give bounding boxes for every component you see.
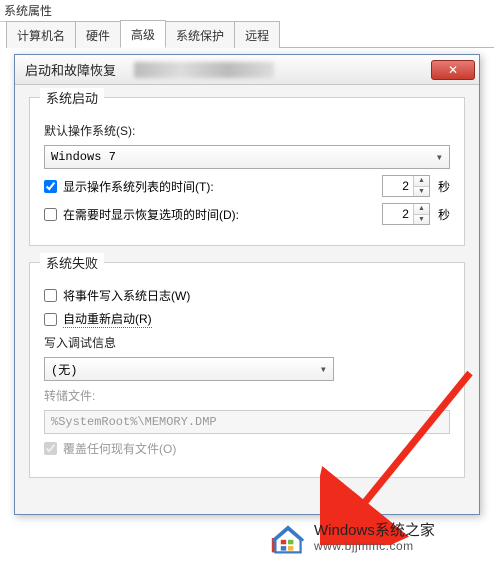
debug-info-label: 写入调试信息 (44, 334, 116, 351)
watermark-line1: Windows系统之家 (314, 522, 435, 539)
default-os-value: Windows 7 (51, 150, 116, 164)
startup-recovery-dialog: 启动和故障恢复 ✕ 系统启动 默认操作系统(S): Windows 7 显示操作… (14, 54, 480, 515)
debug-info-value: (无) (51, 361, 77, 378)
default-os-select[interactable]: Windows 7 (44, 145, 450, 169)
overwrite-label: 覆盖任何现有文件(O) (63, 440, 176, 457)
dialog-body: 系统启动 默认操作系统(S): Windows 7 显示操作系统列表的时间(T)… (15, 85, 479, 514)
tab-computer-name[interactable]: 计算机名 (6, 21, 76, 48)
spinner-down-icon[interactable]: ▼ (414, 187, 429, 197)
show-os-list-checkbox[interactable] (44, 180, 57, 193)
show-os-list-seconds-input[interactable] (383, 176, 413, 196)
blurred-title-extra (134, 62, 274, 78)
show-recovery-checkbox[interactable] (44, 208, 57, 221)
default-os-label: 默认操作系统(S): (44, 122, 135, 139)
dump-file-label: 转储文件: (44, 387, 95, 404)
close-button[interactable]: ✕ (431, 60, 475, 80)
group-title-failure: 系统失败 (40, 253, 104, 272)
write-event-label: 将事件写入系统日志(W) (63, 287, 190, 304)
show-os-list-seconds-spinner[interactable]: ▲ ▼ (382, 175, 430, 197)
show-recovery-seconds-spinner[interactable]: ▲ ▼ (382, 203, 430, 225)
overwrite-checkbox (44, 442, 57, 455)
tab-advanced[interactable]: 高级 (120, 20, 166, 48)
logo-icon (270, 520, 306, 556)
watermark-line2: www.bjjmmc.com (314, 540, 435, 554)
dump-file-value: %SystemRoot%\MEMORY.DMP (51, 415, 217, 429)
dialog-titlebar: 启动和故障恢复 ✕ (15, 55, 479, 85)
close-icon: ✕ (448, 63, 458, 77)
debug-info-select[interactable]: (无) (44, 357, 334, 381)
seconds-unit-1: 秒 (438, 178, 450, 195)
spinner-up-icon[interactable]: ▲ (414, 176, 429, 187)
auto-restart-label: 自动重新启动(R) (63, 310, 152, 328)
dump-file-field: %SystemRoot%\MEMORY.DMP (44, 410, 450, 434)
tab-hardware[interactable]: 硬件 (75, 21, 121, 48)
group-title-startup: 系统启动 (40, 88, 104, 107)
spinner-down-icon[interactable]: ▼ (414, 215, 429, 225)
show-recovery-seconds-input[interactable] (383, 204, 413, 224)
show-os-list-label: 显示操作系统列表的时间(T): (63, 178, 214, 195)
tab-remote[interactable]: 远程 (234, 21, 280, 48)
tab-system-protection[interactable]: 系统保护 (165, 21, 235, 48)
dialog-title: 启动和故障恢复 (25, 60, 116, 79)
seconds-unit-2: 秒 (438, 206, 450, 223)
group-system-failure: 系统失败 将事件写入系统日志(W) 自动重新启动(R) 写入调试信息 (无) 转… (29, 262, 465, 478)
show-recovery-label: 在需要时显示恢复选项的时间(D): (63, 206, 239, 223)
watermark: Windows系统之家 www.bjjmmc.com (270, 520, 435, 556)
watermark-text: Windows系统之家 www.bjjmmc.com (314, 522, 435, 553)
spinner-up-icon[interactable]: ▲ (414, 204, 429, 215)
parent-tabs: 计算机名 硬件 高级 系统保护 远程 (6, 18, 494, 48)
write-event-checkbox[interactable] (44, 289, 57, 302)
group-system-startup: 系统启动 默认操作系统(S): Windows 7 显示操作系统列表的时间(T)… (29, 97, 465, 246)
auto-restart-checkbox[interactable] (44, 313, 57, 326)
